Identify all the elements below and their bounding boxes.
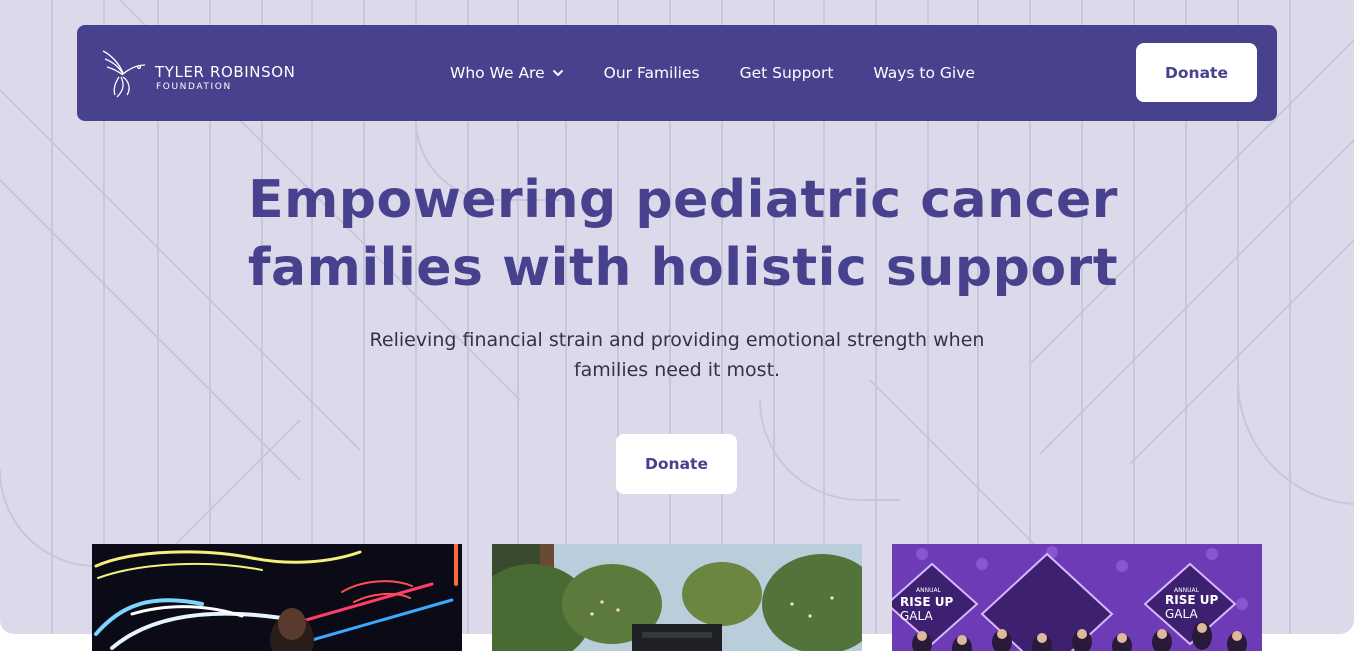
nav-donate-button[interactable]: Donate — [1136, 43, 1257, 102]
logo-subname: FOUNDATION — [156, 82, 232, 92]
nav-item-label: Our Families — [603, 64, 700, 82]
nav-links: Who We Are Our Families Get Support Ways… — [450, 25, 975, 121]
foundation-logo[interactable]: TYLER ROBINSON FOUNDATION — [101, 47, 321, 101]
bird-logo-icon — [102, 50, 146, 98]
gala-sign-left-mid: RISE UP — [900, 595, 953, 609]
gala-sign-right-big: GALA — [1165, 607, 1198, 621]
rise-up-gala-stage-photo: ANNUAL RISE UP GALA ANNUAL RISE UP GALA — [892, 544, 1262, 651]
page: TYLER ROBINSON FOUNDATION Who We Are Our… — [0, 0, 1366, 651]
photo-card-outdoor[interactable] — [492, 544, 862, 651]
gala-sign-right-mid: RISE UP — [1165, 593, 1218, 607]
hero-subtitle: Relieving financial strain and providing… — [369, 329, 985, 381]
gala-sign-left-big: GALA — [900, 609, 933, 623]
outdoor-trees-truck-photo — [492, 544, 862, 651]
hero-donate-button[interactable]: Donate — [616, 434, 737, 494]
neon-sign-event-photo — [92, 544, 462, 651]
nav-item-our-families[interactable]: Our Families — [604, 64, 700, 82]
nav-item-label: Who We Are — [450, 64, 545, 82]
photo-card-neon-event[interactable] — [92, 544, 462, 651]
nav-item-label: Get Support — [739, 64, 834, 82]
hero-title: Empowering pediatric cancer families wit… — [247, 170, 1119, 298]
nav-item-ways-to-give[interactable]: Ways to Give — [873, 64, 975, 82]
nav-item-get-support[interactable]: Get Support — [740, 64, 834, 82]
gala-sign-left-small: ANNUAL — [916, 587, 942, 594]
chevron-down-icon — [552, 70, 563, 76]
nav-item-label: Ways to Give — [873, 64, 975, 82]
nav-item-who-we-are[interactable]: Who We Are — [450, 64, 564, 82]
top-navbar: TYLER ROBINSON FOUNDATION Who We Are Our… — [77, 25, 1277, 121]
logo-name: TYLER ROBINSON — [155, 63, 296, 81]
photo-card-gala[interactable]: ANNUAL RISE UP GALA ANNUAL RISE UP GALA — [892, 544, 1262, 651]
